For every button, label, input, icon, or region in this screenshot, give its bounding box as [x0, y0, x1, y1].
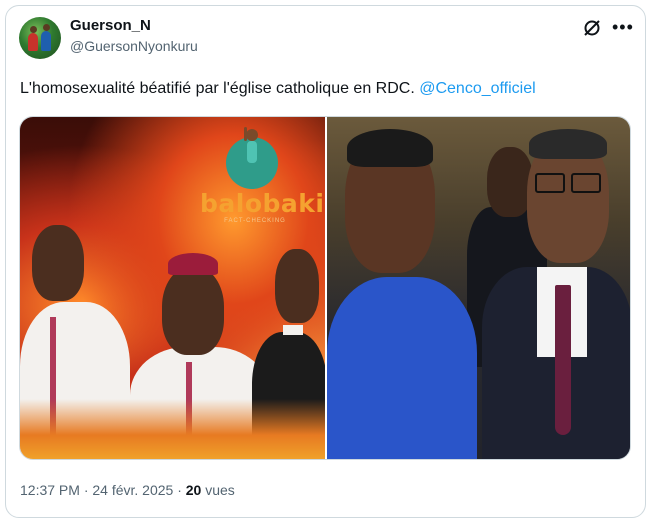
- image-left[interactable]: balobaki FACT-CHECKING: [20, 117, 327, 459]
- tweet-timestamp[interactable]: 12:37 PM · 24 févr. 2025 · 20 vues: [20, 482, 235, 498]
- image-right[interactable]: [327, 117, 630, 459]
- logo-figure-icon: [244, 127, 258, 163]
- tweet-text: L'homosexualité béatifié par l'église ca…: [20, 80, 536, 98]
- author-handle[interactable]: @GuersonNyonkuru: [70, 38, 198, 54]
- views-count: 20: [185, 482, 202, 498]
- tweet-media[interactable]: balobaki FACT-CHECKING: [19, 116, 631, 460]
- author-name[interactable]: Guerson_N: [70, 17, 151, 34]
- grok-icon[interactable]: [582, 18, 602, 38]
- more-options-icon[interactable]: •••: [612, 18, 634, 38]
- logo-subtext: FACT-CHECKING: [224, 218, 286, 224]
- tweet-body: L'homosexualité béatifié par l'église ca…: [20, 80, 415, 97]
- avatar[interactable]: [19, 17, 61, 59]
- mention-link[interactable]: @Cenco_officiel: [419, 80, 535, 97]
- logo-text: balobaki: [200, 189, 325, 218]
- time-date[interactable]: 12:37 PM · 24 févr. 2025 ·: [20, 482, 182, 498]
- views-label: vues: [205, 482, 235, 498]
